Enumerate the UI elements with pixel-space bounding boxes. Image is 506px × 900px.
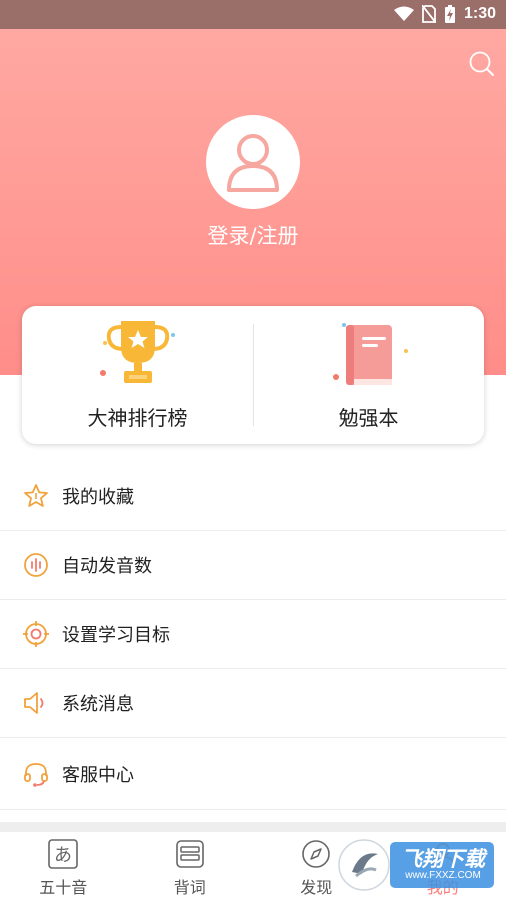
kana-a-icon: あ: [48, 839, 79, 869]
login-register-link[interactable]: 登录/注册: [0, 220, 506, 250]
watermark-logo: 飞翔下载 www.FXXZ.COM: [338, 836, 498, 894]
headset-icon: [24, 762, 48, 787]
battery-charging-icon: [444, 5, 455, 23]
menu-label-favorites: 我的收藏: [62, 487, 134, 508]
status-time: 1:30: [463, 5, 496, 22]
audio-wave-icon: [24, 553, 48, 577]
section-divider: [0, 822, 506, 832]
user-icon: [227, 134, 279, 192]
menu-label-study-goal: 设置学习目标: [62, 625, 170, 646]
tab-gojuon[interactable]: あ 五十音: [0, 832, 127, 900]
menu-item-favorites[interactable]: 我的收藏: [0, 462, 506, 531]
tab-vocab[interactable]: 背词: [127, 832, 254, 900]
card-stack-icon: [175, 840, 204, 868]
watermark-text: 飞翔下载: [401, 847, 485, 871]
menu-item-system-messages[interactable]: 系统消息: [0, 669, 506, 738]
menu-label-customer-service: 客服中心: [62, 764, 134, 786]
search-button[interactable]: [468, 50, 496, 78]
menu-label-system-messages: 系统消息: [62, 694, 134, 715]
feature-card: 大神排行榜 勉强本: [22, 306, 484, 444]
no-sim-icon: [421, 5, 436, 23]
search-icon: [469, 51, 494, 76]
menu-item-study-goal[interactable]: 设置学习目标: [0, 600, 506, 669]
trophy-icon: [99, 321, 175, 383]
status-bar: 1:30: [0, 0, 506, 29]
avatar[interactable]: [206, 115, 300, 209]
menu-list: 我的收藏 自动发音数 设置学习目标 系统消息 客服中心: [0, 462, 506, 810]
notebook-entry[interactable]: 勉强本: [253, 306, 484, 444]
tab-label-vocab: 背词: [173, 878, 206, 897]
tab-label-discover: 发现: [300, 878, 333, 897]
speaker-icon: [24, 692, 44, 714]
notebook-icon: [332, 323, 408, 385]
watermark-url: www.FXXZ.COM: [405, 870, 481, 881]
star-icon: [24, 484, 48, 507]
svg-text:あ: あ: [54, 845, 72, 866]
target-icon: [23, 621, 49, 647]
notebook-label: 勉强本: [338, 406, 399, 430]
leaderboard-label: 大神排行榜: [87, 406, 188, 430]
tab-label-gojuon: 五十音: [39, 878, 88, 897]
menu-label-auto-pronounce: 自动发音数: [62, 556, 152, 577]
leaderboard-entry[interactable]: 大神排行榜: [22, 306, 253, 444]
menu-item-customer-service[interactable]: 客服中心: [0, 738, 506, 810]
menu-item-auto-pronounce[interactable]: 自动发音数: [0, 531, 506, 600]
wifi-icon: [393, 6, 414, 21]
compass-icon: [302, 840, 331, 868]
